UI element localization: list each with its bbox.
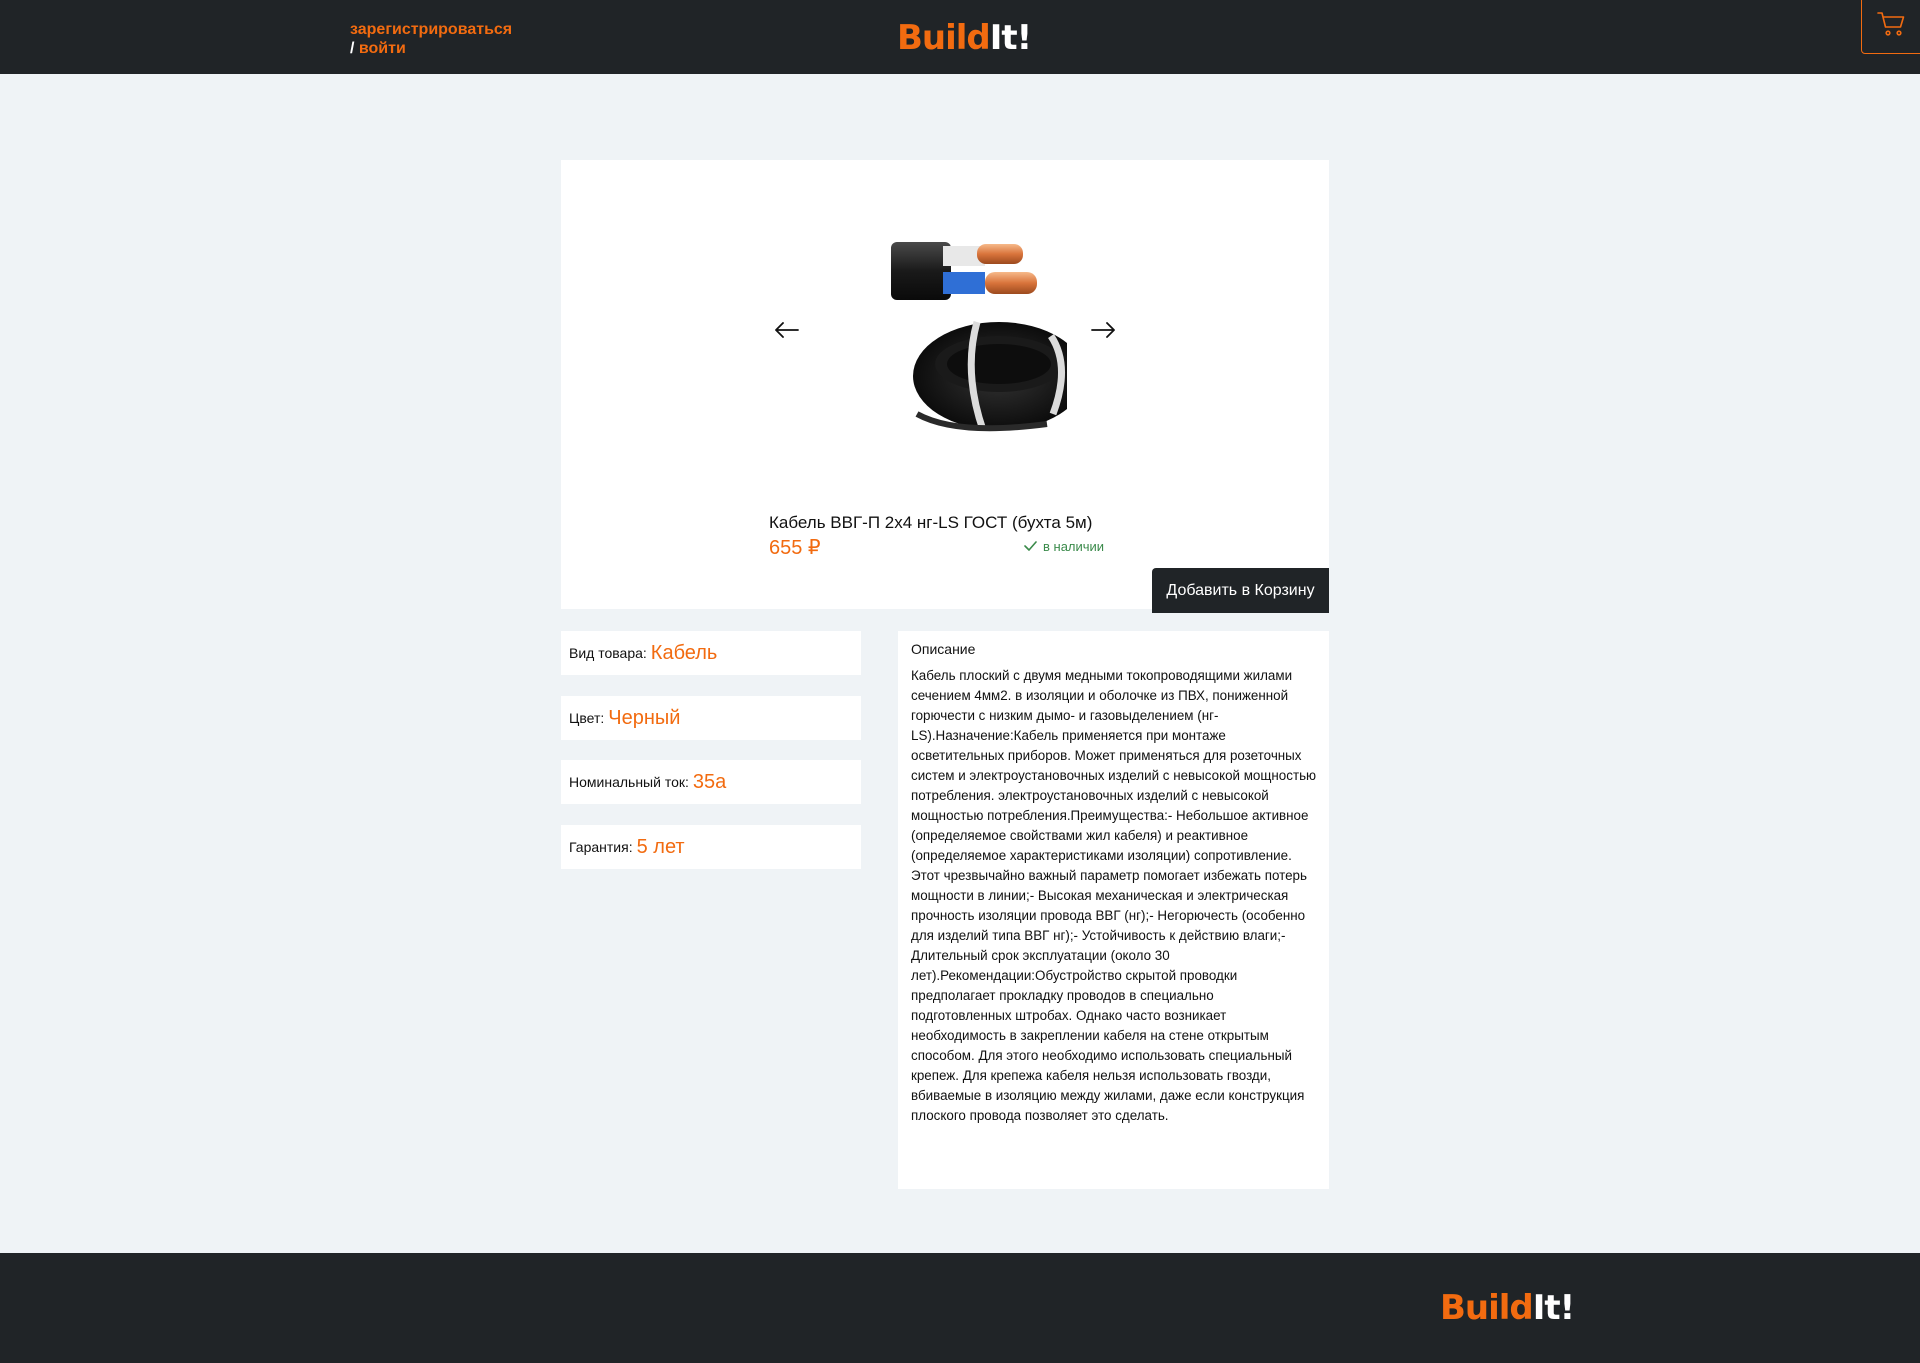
description-text: Кабель плоский с двумя медными токопрово…: [911, 668, 1317, 1123]
login-link[interactable]: войти: [359, 40, 406, 57]
logo-it-text: It!: [1532, 1288, 1575, 1328]
spec-color: Цвет: Черный: [561, 696, 861, 740]
cart-button[interactable]: [1861, 0, 1920, 54]
stock-status: в наличии: [1024, 539, 1104, 554]
add-to-cart-button[interactable]: Добавить в Корзину: [1152, 568, 1329, 613]
spec-label: Гарантия:: [569, 839, 633, 855]
register-link[interactable]: зарегистрироваться: [350, 21, 512, 38]
logo-build-text: Build: [897, 18, 991, 58]
arrow-right-icon: [1091, 321, 1115, 343]
spec-type: Вид товара: Кабель: [561, 631, 861, 675]
site-footer: BuildIt!: [0, 1253, 1920, 1363]
spec-label: Номинальный ток:: [569, 774, 689, 790]
logo-it-text: It!: [989, 18, 1032, 58]
spec-label: Цвет:: [569, 710, 605, 726]
spec-value: 5 лет: [636, 835, 685, 858]
gallery-next-button[interactable]: [1088, 320, 1118, 344]
spec-value: 35а: [692, 770, 727, 793]
product-image: [827, 224, 1085, 449]
auth-links: зарегистрироваться / войти: [350, 20, 512, 58]
description-panel: Описание Кабель плоский с двумя медными …: [898, 631, 1329, 1189]
product-gallery: [561, 160, 1329, 490]
product-card: Кабель ВВГ-П 2х4 нг-LS ГОСТ (бухта 5м) 6…: [561, 160, 1329, 609]
site-header: зарегистрироваться / войти BuildIt!: [0, 0, 1920, 74]
spec-value: Кабель: [650, 641, 718, 664]
spec-value: Черный: [608, 706, 681, 729]
cart-icon: [1877, 11, 1907, 42]
spec-label: Вид товара:: [569, 645, 647, 661]
product-price: 655 ₽: [769, 537, 821, 559]
description-heading: Описание: [911, 641, 976, 657]
product-title: Кабель ВВГ-П 2х4 нг-LS ГОСТ (бухта 5м): [769, 513, 1093, 532]
stock-label: в наличии: [1043, 539, 1105, 554]
arrow-left-icon: [775, 321, 799, 343]
footer-logo[interactable]: BuildIt!: [1440, 1288, 1575, 1328]
auth-separator: /: [350, 40, 355, 57]
header-logo[interactable]: BuildIt!: [897, 18, 1032, 58]
spec-warranty: Гарантия: 5 лет: [561, 825, 861, 869]
logo-build-text: Build: [1440, 1288, 1534, 1328]
spec-current: Номинальный ток: 35а: [561, 760, 861, 804]
gallery-prev-button[interactable]: [772, 320, 802, 344]
checkmark-icon: [1024, 539, 1037, 554]
